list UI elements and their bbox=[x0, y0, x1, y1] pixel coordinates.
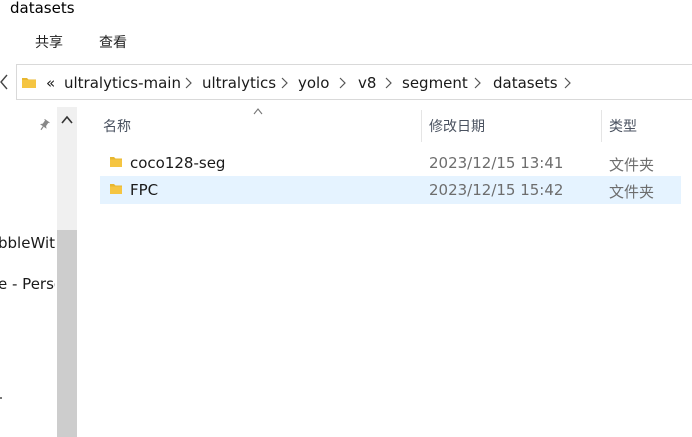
column-header-date[interactable]: 修改日期 bbox=[429, 116, 485, 136]
window-title: datasets bbox=[10, 0, 75, 17]
address-bar[interactable]: « ultralytics-main ultralytics yolo v8 s… bbox=[16, 64, 692, 100]
tab-share[interactable]: 共享 bbox=[33, 32, 65, 52]
crumb-ultralytics[interactable]: ultralytics bbox=[202, 74, 276, 92]
file-date: 2023/12/15 15:42 bbox=[429, 181, 564, 199]
column-header-name[interactable]: 名称 bbox=[103, 116, 131, 136]
file-row[interactable]: FPC 2023/12/15 15:42 文件夹 bbox=[100, 176, 681, 204]
nav-item-onedrive[interactable]: bbleWit bbox=[0, 234, 55, 252]
column-divider[interactable] bbox=[421, 110, 422, 142]
tab-view[interactable]: 查看 bbox=[97, 32, 129, 52]
file-name: FPC bbox=[130, 181, 159, 199]
file-type: 文件夹 bbox=[609, 156, 655, 174]
folder-icon bbox=[110, 157, 122, 167]
chevron-right-icon[interactable] bbox=[338, 77, 347, 89]
scroll-up-icon[interactable] bbox=[57, 107, 77, 133]
up-arrow-icon[interactable] bbox=[0, 73, 9, 91]
chevron-right-icon[interactable] bbox=[384, 77, 393, 89]
column-divider[interactable] bbox=[601, 110, 602, 142]
pin-icon[interactable] bbox=[38, 117, 52, 131]
crumb-datasets[interactable]: datasets bbox=[493, 74, 558, 92]
nav-scrollbar-thumb[interactable] bbox=[57, 230, 77, 437]
chevron-right-icon[interactable] bbox=[280, 77, 289, 89]
file-name: coco128-seg bbox=[130, 154, 226, 172]
sort-up-icon bbox=[253, 108, 263, 115]
file-type: 文件夹 bbox=[609, 183, 655, 201]
address-overflow[interactable]: « bbox=[46, 74, 55, 92]
folder-icon bbox=[110, 184, 122, 194]
crumb-segment[interactable]: segment bbox=[402, 74, 468, 92]
file-row[interactable]: coco128-seg 2023/12/15 13:41 文件夹 bbox=[100, 149, 681, 177]
crumb-ultralytics-main[interactable]: ultralytics-main bbox=[64, 74, 181, 92]
chevron-right-icon[interactable] bbox=[563, 77, 572, 89]
chevron-right-icon[interactable] bbox=[184, 77, 193, 89]
folder-icon bbox=[22, 78, 36, 88]
nav-item-onedrive-personal[interactable]: e - Perso bbox=[0, 275, 55, 293]
file-date: 2023/12/15 13:41 bbox=[429, 154, 564, 172]
crumb-yolo[interactable]: yolo bbox=[298, 74, 329, 92]
chevron-right-icon[interactable] bbox=[473, 77, 482, 89]
column-header-type[interactable]: 类型 bbox=[609, 116, 637, 136]
crumb-v8[interactable]: v8 bbox=[358, 74, 376, 92]
nav-expand-marker bbox=[0, 397, 2, 399]
